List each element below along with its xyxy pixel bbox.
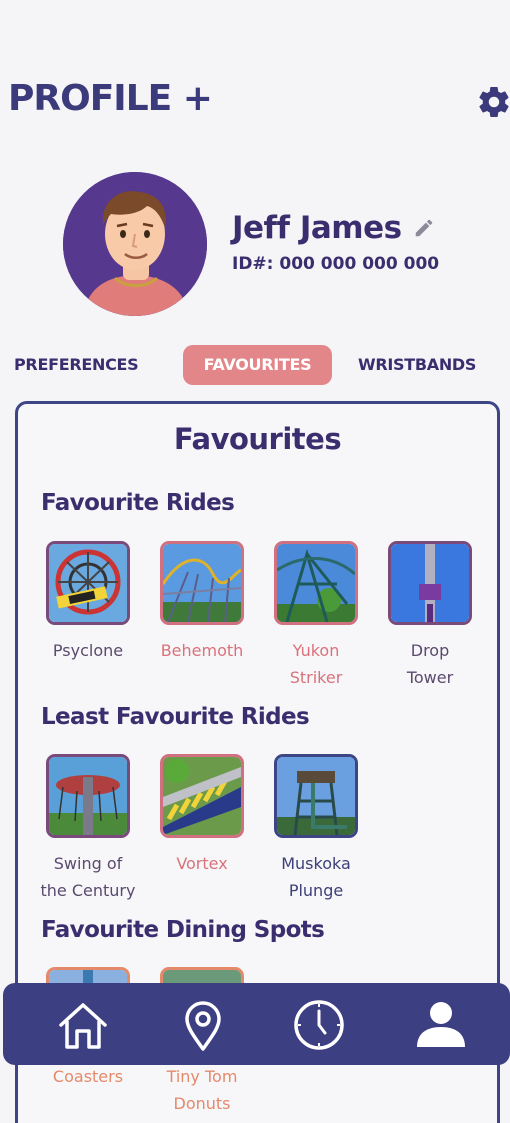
ride-card-vortex[interactable]: Vortex bbox=[147, 754, 257, 877]
ride-card-yukon-striker[interactable]: Yukon Striker bbox=[261, 541, 371, 691]
ride-card-psyclone[interactable]: Psyclone bbox=[33, 541, 143, 664]
home-icon[interactable] bbox=[55, 997, 111, 1053]
user-icon[interactable] bbox=[413, 997, 469, 1053]
ride-thumbnail bbox=[46, 754, 130, 838]
bottom-nav bbox=[3, 983, 510, 1065]
ride-label: Vortex bbox=[176, 854, 228, 873]
header: PROFILE + bbox=[0, 78, 510, 128]
clock-icon[interactable] bbox=[291, 997, 347, 1053]
profile-id: ID#: 000 000 000 000 bbox=[232, 254, 440, 274]
avatar[interactable] bbox=[63, 172, 207, 316]
ride-label: Psyclone bbox=[52, 641, 124, 660]
profile-name: Jeff James bbox=[232, 210, 402, 246]
panel-title: Favourites bbox=[173, 422, 342, 456]
section-title-favourite-dining-spots: Favourite Dining Spots bbox=[41, 917, 325, 943]
ride-label: Behemoth bbox=[160, 641, 244, 660]
section-title-favourite-rides: Favourite Rides bbox=[41, 490, 235, 516]
location-pin-icon[interactable] bbox=[175, 997, 231, 1053]
tab-favourites[interactable]: FAVOURITES bbox=[183, 345, 332, 385]
ride-label: Swing of the Century bbox=[40, 854, 136, 900]
dining-label: Tiny Tom Donuts bbox=[166, 1067, 238, 1113]
ride-thumbnail bbox=[160, 754, 244, 838]
ride-label: Yukon Striker bbox=[289, 641, 343, 687]
ride-thumbnail bbox=[46, 541, 130, 625]
pencil-icon[interactable] bbox=[413, 217, 435, 239]
ride-thumbnail bbox=[274, 754, 358, 838]
ride-card-swing-of-the-century[interactable]: Swing of the Century bbox=[33, 754, 143, 904]
avatar-illustration bbox=[63, 172, 207, 316]
page-title: PROFILE + bbox=[8, 78, 213, 119]
profile-info: Jeff James ID#: 000 000 000 000 bbox=[232, 210, 439, 274]
section-title-least-favourite-rides: Least Favourite Rides bbox=[41, 704, 310, 730]
ride-thumbnail bbox=[388, 541, 472, 625]
ride-card-muskoka-plunge[interactable]: Muskoka Plunge bbox=[261, 754, 371, 904]
ride-label: Drop Tower bbox=[406, 641, 454, 687]
gear-icon[interactable] bbox=[476, 84, 510, 120]
ride-thumbnail bbox=[274, 541, 358, 625]
tab-preferences[interactable]: PREFERENCES bbox=[14, 345, 139, 385]
ride-card-behemoth[interactable]: Behemoth bbox=[147, 541, 257, 664]
profile-tabs: PREFERENCES FAVOURITES WRISTBANDS bbox=[0, 345, 510, 385]
tab-wristbands[interactable]: WRISTBANDS bbox=[358, 345, 476, 385]
ride-label: Muskoka Plunge bbox=[281, 854, 351, 900]
dining-label: Coasters bbox=[52, 1067, 124, 1086]
ride-card-drop-tower[interactable]: Drop Tower bbox=[375, 541, 485, 691]
ride-thumbnail bbox=[160, 541, 244, 625]
